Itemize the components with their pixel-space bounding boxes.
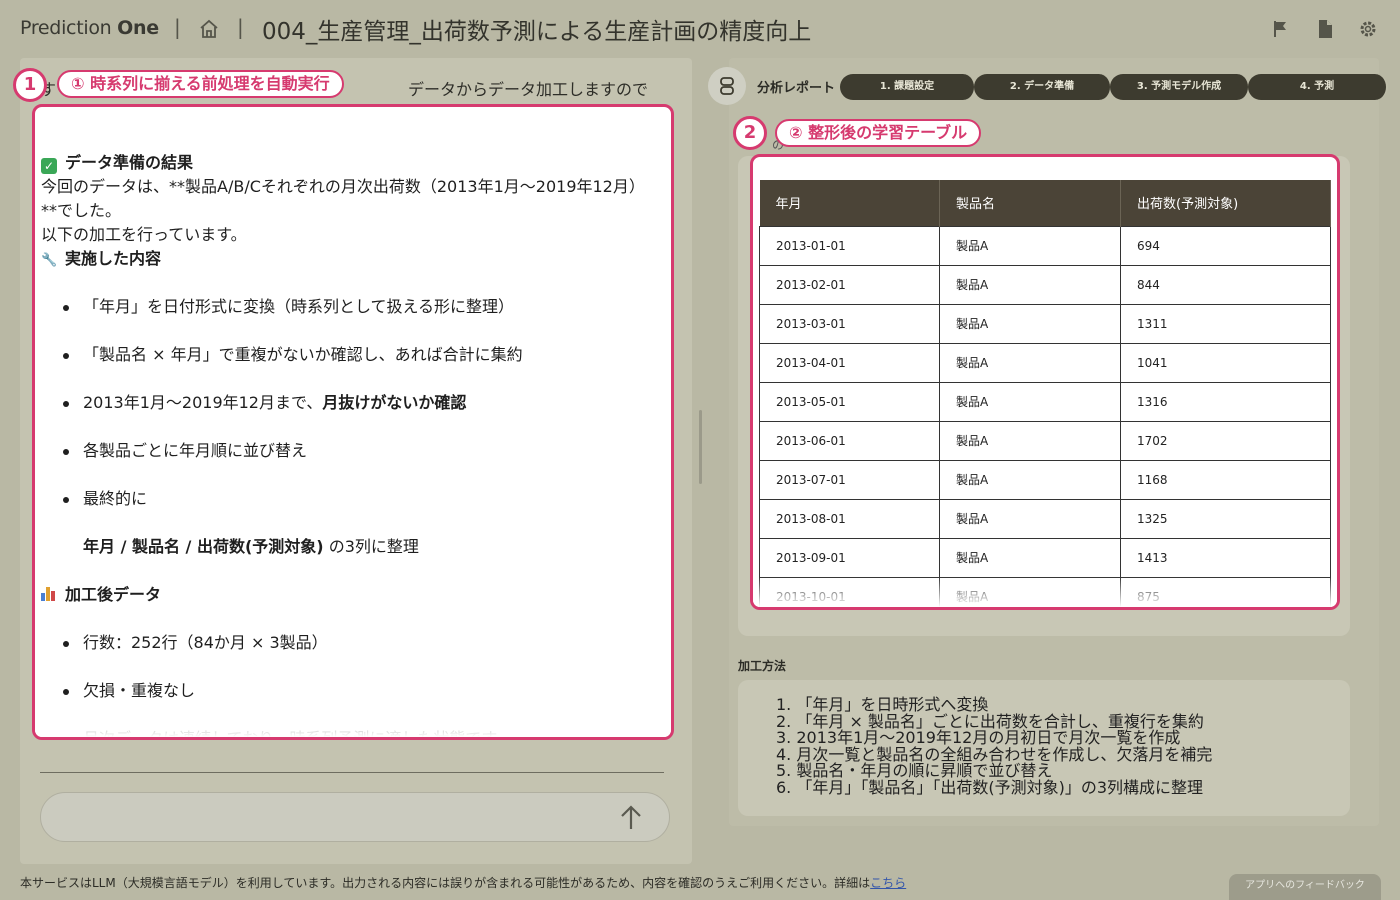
table-cell: 2013-02-01 xyxy=(759,264,940,305)
table-cell: 1702 xyxy=(1120,420,1331,461)
message-text: 今回のデータは、**製品A/B/Cそれぞれの月次出荷数（2013年1月〜2019… xyxy=(41,177,645,196)
step-3[interactable]: 3. 予測モデル作成 xyxy=(1110,74,1250,100)
table-cell: 製品A xyxy=(939,342,1121,383)
panel-resize-handle[interactable] xyxy=(699,410,702,484)
table-cell: 1413 xyxy=(1120,537,1331,578)
disclaimer-text: 本サービスはLLM（大規模言語モデル）を利用しています。出力される内容には誤りが… xyxy=(20,876,907,890)
document-icon[interactable] xyxy=(1315,19,1335,39)
data-table: 年月 製品名 出荷数(予測対象) 2013-01-01 製品A 694 2013-02… xyxy=(759,180,1331,607)
message-text: **でした。 xyxy=(41,201,122,220)
list-item: 2013年1月〜2019年12月まで、月抜けがないか確認 xyxy=(41,391,671,415)
table-cell: 製品A xyxy=(939,498,1121,539)
method-item: 6. 「年月」「製品名」「出荷数(予測対象)」の3列構成に整理 xyxy=(776,777,1204,797)
chat-message-card: ✓ データ準備の結果 今回のデータは、**製品A/B/Cそれぞれの月次出荷数（20… xyxy=(32,104,674,740)
table-cell: 2013-06-01 xyxy=(759,420,940,461)
table-cell: 製品A xyxy=(939,303,1121,344)
table-row: 2013-09-01 製品A 1413 xyxy=(759,537,1331,578)
report-icon[interactable] xyxy=(708,67,746,105)
bar-chart-icon xyxy=(41,587,57,601)
annotation-label: ① 時系列に揃える前処理を自動実行 xyxy=(57,70,344,98)
result-heading: ✓ データ準備の結果 xyxy=(41,151,671,175)
wrench-icon: 🔧 xyxy=(41,253,58,268)
table-row: 2013-06-01 製品A 1702 xyxy=(759,420,1331,461)
annotation-number: 1 xyxy=(13,68,47,102)
check-icon: ✓ xyxy=(41,158,57,174)
table-cell: 2013-03-01 xyxy=(759,303,940,344)
app-header: Prediction One | | 004_生産管理_出荷数予測による生産計画… xyxy=(0,0,1400,58)
table-cell: 1325 xyxy=(1120,498,1331,539)
app-logo[interactable]: Prediction One xyxy=(20,17,159,39)
list-item: 行数：252行（84か月 × 3製品） xyxy=(41,631,671,655)
annotation-label: ② 整形後の学習テーブル xyxy=(775,119,982,147)
annotation-number: 2 xyxy=(733,116,767,150)
table-cell: 1041 xyxy=(1120,342,1331,383)
table-row: 2013-08-01 製品A 1325 xyxy=(759,498,1331,539)
list-item: 「年月」を日付形式に変換（時系列として扱える形に整理） xyxy=(41,295,671,319)
method-list: 1. 「年月」を日時形式へ変換 2. 「年月 × 製品名」ごとに出荷数を合計し、… xyxy=(776,696,1212,797)
list-subitem: 年月 / 製品名 / 出荷数(予測対象) の3列に整理 xyxy=(83,537,419,556)
divider xyxy=(40,772,664,773)
list-item: 最終的に xyxy=(41,487,671,511)
table-header-row: 年月 製品名 出荷数(予測対象) xyxy=(759,180,1331,226)
list-item: 「製品名 × 年月」で重複がないか確認し、あれば合計に集約 xyxy=(41,343,671,367)
feedback-button[interactable]: アプリへのフィードバック xyxy=(1229,874,1381,900)
table-row: 2013-01-01 製品A 694 xyxy=(759,225,1331,266)
step-1[interactable]: 1. 課題設定 xyxy=(840,74,976,100)
table-cell: 製品A xyxy=(939,381,1121,422)
after-heading: 加工後データ xyxy=(41,583,671,607)
table-cell: 製品A xyxy=(939,537,1121,578)
column-header: 出荷数(予測対象) xyxy=(1120,180,1331,226)
table-row: 2013-04-01 製品A 1041 xyxy=(759,342,1331,383)
message-text: 以下の加工を行っています。 xyxy=(41,225,247,244)
table-cell: 2013-04-01 xyxy=(759,342,940,383)
fade-overlay xyxy=(35,697,671,737)
chat-input[interactable] xyxy=(40,792,670,842)
table-cell: 1316 xyxy=(1120,381,1331,422)
header-separator: | xyxy=(237,15,244,39)
table-cell: 1168 xyxy=(1120,459,1331,500)
method-label: 加工方法 xyxy=(738,659,787,673)
table-row: 2013-07-01 製品A 1168 xyxy=(759,459,1331,500)
table-cell: 製品A xyxy=(939,264,1121,305)
column-header: 年月 xyxy=(759,180,940,226)
list-item: 各製品ごとに年月順に並び替え xyxy=(41,439,671,463)
table-row: 2013-02-01 製品A 844 xyxy=(759,264,1331,305)
table-cell: 製品A xyxy=(939,459,1121,500)
table-cell: 2013-05-01 xyxy=(759,381,940,422)
table-cell: 1311 xyxy=(1120,303,1331,344)
table-cell: 製品A xyxy=(939,225,1121,266)
table-cell: 2013-09-01 xyxy=(759,537,940,578)
step-4[interactable]: 4. 予測 xyxy=(1248,74,1388,100)
table-cell: 694 xyxy=(1120,225,1331,266)
done-heading: 🔧 実施した内容 xyxy=(41,247,671,271)
step-2[interactable]: 2. データ準備 xyxy=(974,74,1112,100)
table-cell: 2013-08-01 xyxy=(759,498,940,539)
table-cell: 製品A xyxy=(939,420,1121,461)
details-link[interactable]: こちら xyxy=(870,876,906,890)
table-row: 2013-03-01 製品A 1311 xyxy=(759,303,1331,344)
gear-icon[interactable] xyxy=(1358,19,1378,39)
table-cell: 2013-07-01 xyxy=(759,459,940,500)
fade-overlay xyxy=(753,577,1337,607)
column-header: 製品名 xyxy=(939,180,1121,226)
table-row: 2013-05-01 製品A 1316 xyxy=(759,381,1331,422)
table-cell: 2013-01-01 xyxy=(759,225,940,266)
send-arrow-icon[interactable] xyxy=(619,805,643,831)
report-label: 分析レポート xyxy=(757,81,836,96)
header-separator: | xyxy=(174,15,181,39)
home-icon[interactable] xyxy=(199,19,219,39)
flag-icon[interactable] xyxy=(1271,19,1291,39)
table-cell: 844 xyxy=(1120,264,1331,305)
table-card: 年月 製品名 出荷数(予測対象) 2013-01-01 製品A 694 2013-02… xyxy=(750,154,1340,610)
page-title: 004_生産管理_出荷数予測による生産計画の精度向上 xyxy=(262,19,812,45)
